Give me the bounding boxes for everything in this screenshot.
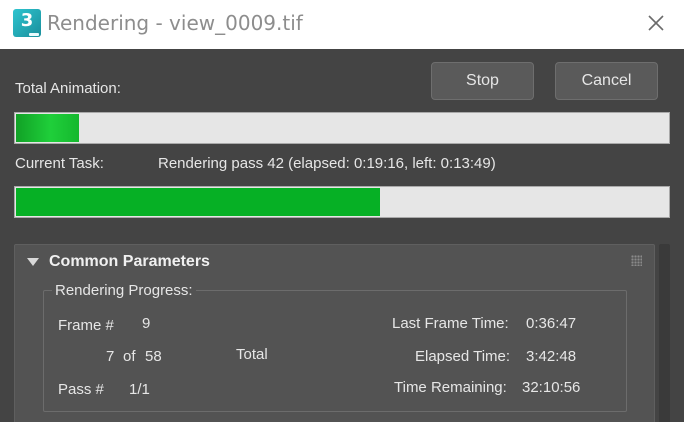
frames-done-value: 7 [106, 348, 115, 365]
rendering-progress-label: Rendering Progress: [52, 282, 196, 299]
last-frame-time-value: 0:36:47 [526, 315, 577, 332]
last-frame-time-label: Last Frame Time: [392, 315, 509, 332]
time-remaining-value: 32:10:56 [522, 379, 581, 396]
title-bar: 3 Rendering - view_0009.tif [0, 0, 684, 49]
pass-value: 1/1 [129, 381, 150, 398]
current-task-status: Rendering pass 42 (elapsed: 0:19:16, lef… [158, 155, 496, 172]
app-icon: 3 [13, 9, 41, 37]
stop-button[interactable]: Stop [431, 62, 534, 100]
total-animation-progress-bar [14, 112, 670, 144]
common-parameters-rollout: Common Parameters Rendering Progress: Fr… [14, 244, 655, 422]
total-animation-label: Total Animation: [15, 80, 121, 97]
current-task-progress-bar [14, 186, 670, 218]
time-remaining-label: Time Remaining: [394, 379, 507, 396]
close-icon[interactable] [646, 13, 666, 33]
frames-total-value: 58 [145, 348, 162, 365]
rollout-scrollbar[interactable] [659, 244, 670, 422]
current-task-progress-fill [16, 188, 381, 216]
common-parameters-title: Common Parameters [49, 253, 210, 270]
window-title: Rendering - view_0009.tif [47, 11, 303, 35]
elapsed-time-value: 3:42:48 [526, 348, 577, 365]
frame-label: Frame # [58, 317, 114, 334]
collapse-triangle-icon[interactable] [27, 258, 39, 266]
of-label: of [123, 348, 136, 365]
total-label: Total [236, 346, 268, 363]
grip-icon[interactable] [631, 255, 642, 266]
elapsed-time-label: Elapsed Time: [415, 348, 511, 365]
frame-value: 9 [142, 315, 151, 332]
total-animation-progress-fill [16, 114, 80, 142]
current-task-label: Current Task: [15, 155, 104, 172]
app-icon-accent [29, 33, 39, 36]
pass-label: Pass # [58, 381, 104, 398]
app-icon-glyph: 3 [20, 10, 34, 31]
common-parameters-header[interactable]: Common Parameters [15, 245, 654, 279]
rendering-progress-group: Rendering Progress: Frame # 9 7 of 58 To… [43, 282, 627, 412]
cancel-button[interactable]: Cancel [555, 62, 658, 100]
